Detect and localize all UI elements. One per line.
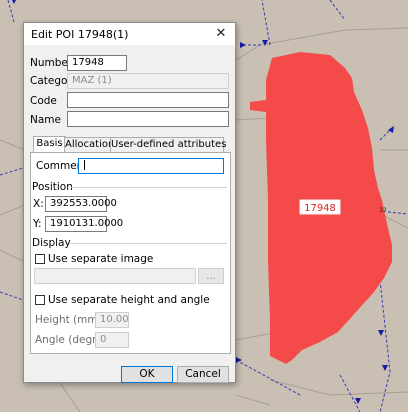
angle-field: 0 xyxy=(95,332,129,348)
category-field: MAZ (1) xyxy=(67,73,229,89)
height-field: 10.00 xyxy=(95,312,129,328)
use-separate-image-checkbox[interactable] xyxy=(35,254,45,264)
cancel-button[interactable]: Cancel xyxy=(177,366,229,383)
x-field[interactable]: 392553.0000 xyxy=(45,196,117,212)
code-field[interactable] xyxy=(67,92,229,108)
close-icon[interactable]: ✕ xyxy=(207,23,235,45)
use-separate-height-checkbox[interactable] xyxy=(35,295,45,305)
text-caret xyxy=(84,160,85,170)
image-path-field xyxy=(34,268,196,284)
use-separate-height-label[interactable]: Use separate height and angle xyxy=(48,294,210,306)
display-divider xyxy=(69,243,227,244)
dialog-title: Edit POI 17948(1) xyxy=(31,28,129,41)
number-label: Number xyxy=(30,57,73,69)
edit-poi-dialog: Edit POI 17948(1) ✕ Number 17948 Categor… xyxy=(23,22,236,383)
name-field[interactable] xyxy=(67,111,229,127)
zone-label[interactable]: 17948 xyxy=(299,199,341,215)
name-label: Name xyxy=(30,114,61,126)
dialog-titlebar[interactable]: Edit POI 17948(1) ✕ xyxy=(24,23,235,45)
y-label: Y: xyxy=(33,218,42,230)
x-label: X: xyxy=(33,198,44,210)
basis-panel: Comment: Position X: 392553.0000 Y: 1910… xyxy=(30,152,231,354)
code-label: Code xyxy=(30,95,57,107)
number-field[interactable]: 17948 xyxy=(67,55,127,71)
zone-label-text: 17948 xyxy=(304,203,336,214)
position-group-label: Position xyxy=(32,181,73,193)
tab-basis[interactable]: Basis xyxy=(33,136,66,153)
comment-field[interactable] xyxy=(78,158,224,174)
ok-button[interactable]: OK xyxy=(121,366,173,383)
use-separate-image-label[interactable]: Use separate image xyxy=(48,253,153,265)
browse-image-button: ... xyxy=(198,268,224,284)
display-group-label: Display xyxy=(32,237,71,249)
tab-allocations[interactable]: Allocations xyxy=(64,137,120,152)
position-divider xyxy=(71,187,227,188)
edge-label-text: 32 xyxy=(379,207,387,214)
y-field[interactable]: 1910131.0000 xyxy=(45,216,123,232)
tab-user-defined-attributes[interactable]: User-defined attributes xyxy=(110,137,226,152)
